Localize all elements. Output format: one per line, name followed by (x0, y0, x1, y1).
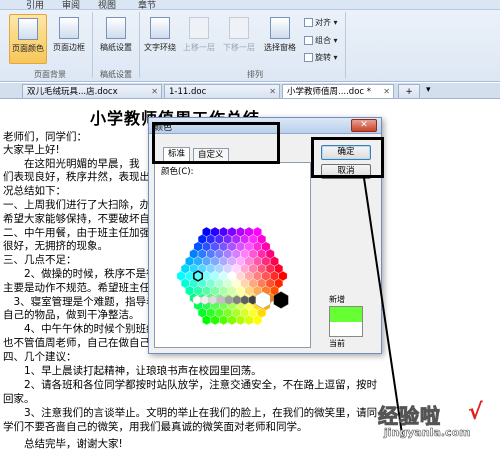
annotation-arrow (363, 177, 403, 435)
watermark-brand: 经验啦 (378, 404, 441, 429)
watermark: 经验啦 √ jingyanla.com (370, 400, 496, 444)
checkmark-icon: √ (468, 400, 483, 425)
watermark-url: jingyanla.com (384, 426, 471, 440)
